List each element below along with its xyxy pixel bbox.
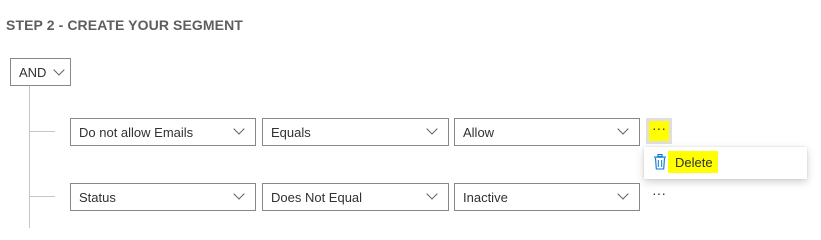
chevron-down-icon (233, 188, 245, 200)
tree-connector-vertical (29, 86, 30, 228)
more-options-button[interactable]: ··· (646, 183, 672, 209)
attribute-dropdown[interactable]: Status (70, 183, 256, 211)
value-dropdown[interactable]: Allow (454, 118, 640, 146)
more-options-button[interactable]: ··· (646, 118, 672, 144)
chevron-down-icon (617, 123, 629, 135)
chevron-down-icon (426, 188, 438, 200)
value-value: Inactive (463, 190, 508, 205)
delete-label: Delete (675, 155, 713, 170)
value-dropdown[interactable]: Inactive (454, 183, 640, 211)
operator-dropdown[interactable]: Does Not Equal (262, 183, 449, 211)
chevron-down-icon (233, 123, 245, 135)
more-icon: ··· (652, 185, 666, 201)
chevron-down-icon (617, 188, 629, 200)
attribute-value: Do not allow Emails (79, 125, 194, 140)
segment-builder: STEP 2 - CREATE YOUR SEGMENT AND Do not … (0, 0, 821, 228)
group-operator-value: AND (19, 65, 47, 80)
context-menu: Delete (644, 147, 807, 179)
value-value: Allow (463, 125, 495, 140)
tree-connector-branch (29, 131, 55, 132)
operator-value: Does Not Equal (271, 190, 363, 205)
more-icon: ··· (649, 121, 669, 141)
chevron-down-icon (53, 64, 65, 76)
attribute-value: Status (79, 190, 116, 205)
step-title: STEP 2 - CREATE YOUR SEGMENT (6, 17, 243, 33)
group-operator-dropdown[interactable]: AND (10, 58, 71, 86)
attribute-dropdown[interactable]: Do not allow Emails (70, 118, 256, 146)
tree-connector-branch (29, 196, 55, 197)
delete-menu-item[interactable]: Delete (644, 147, 807, 179)
operator-dropdown[interactable]: Equals (262, 118, 449, 146)
trash-icon (654, 154, 666, 170)
operator-value: Equals (271, 125, 311, 140)
chevron-down-icon (426, 123, 438, 135)
